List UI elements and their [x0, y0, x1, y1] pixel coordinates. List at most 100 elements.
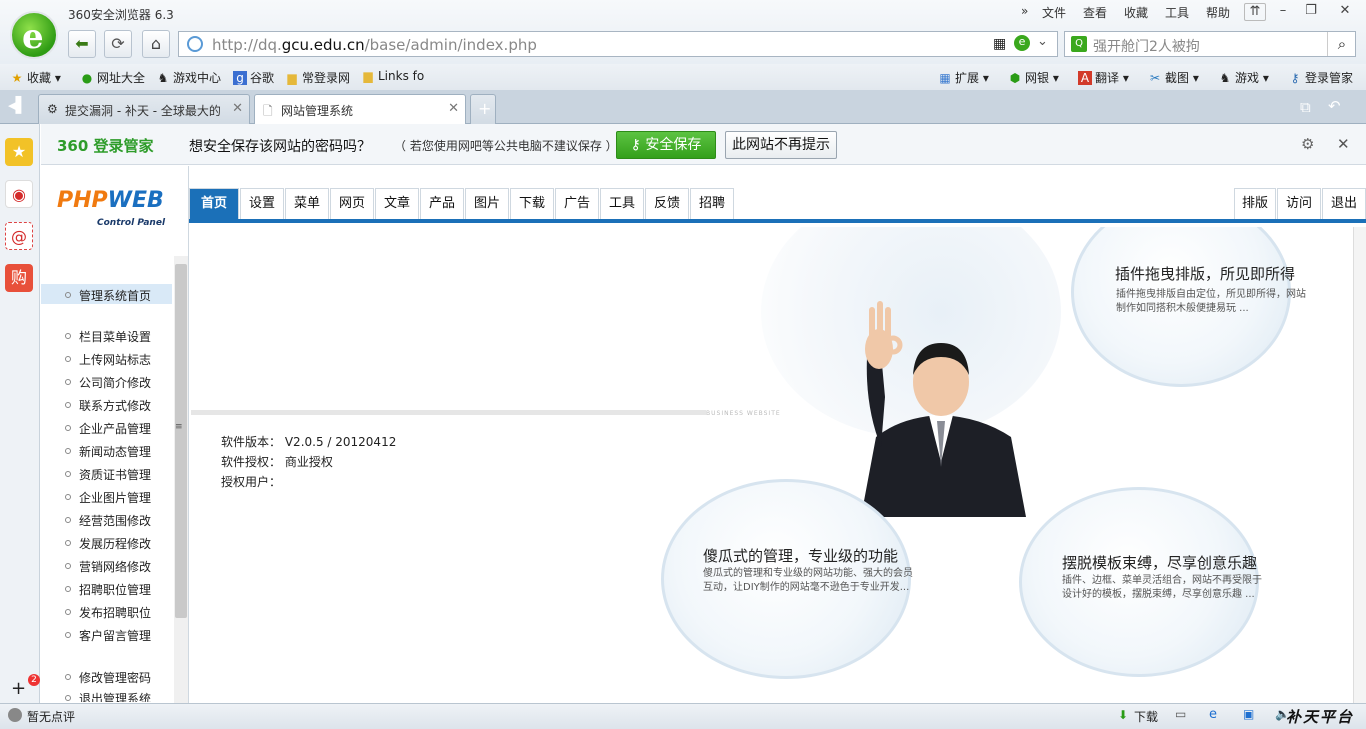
settings-gear-icon[interactable]: ⚙ [1301, 135, 1314, 153]
nav-articles[interactable]: 文章 [375, 188, 419, 219]
search-icon[interactable]: ⌕ [1327, 32, 1356, 56]
menu-item[interactable]: 客户留言管理 [65, 627, 151, 644]
nav-recruit[interactable]: 招聘 [690, 188, 734, 219]
undo-close-icon[interactable]: ↶ [1328, 97, 1341, 115]
folder-icon: ▆ [363, 69, 373, 83]
fav-google[interactable]: g 谷歌 [233, 69, 274, 86]
fav-folder-links[interactable]: ▆ Links fo [361, 69, 424, 83]
nav-tools[interactable]: 工具 [600, 188, 644, 219]
menu-tools[interactable]: 工具 [1165, 4, 1189, 21]
menu-help[interactable]: 帮助 [1206, 4, 1230, 21]
menu-admin-home[interactable]: 管理系统首页 [41, 284, 172, 304]
restore-button[interactable]: ❐ [1300, 3, 1322, 21]
download-icon[interactable]: ⬇ [1118, 708, 1128, 722]
close-tab-icon[interactable]: ✕ [232, 101, 243, 116]
sidebar-toggle-icon[interactable]: ◂▌ [8, 96, 27, 114]
nav-pages[interactable]: 网页 [330, 188, 374, 219]
favorites-star-icon[interactable]: ★ [5, 138, 33, 166]
shopping-icon[interactable]: 购 [5, 264, 33, 292]
nav-ads[interactable]: 广告 [555, 188, 599, 219]
menu-item[interactable]: 新闻动态管理 [65, 443, 151, 460]
fav-login-manager[interactable]: ⚷ 登录管家 [1288, 69, 1353, 86]
add-icon[interactable]: + [11, 678, 26, 699]
fav-translate[interactable]: A 翻译 ▾ [1078, 69, 1129, 86]
menu-favorites[interactable]: 收藏 [1124, 4, 1148, 21]
close-bar-icon[interactable]: ✕ [1337, 135, 1350, 153]
mail-icon[interactable]: @ [5, 222, 33, 250]
nav-settings[interactable]: 设置 [240, 188, 284, 219]
menu-item[interactable]: 资质证书管理 [65, 466, 151, 483]
tab-list-icon[interactable]: ⧉ [1300, 98, 1311, 116]
menu-item[interactable]: 企业图片管理 [65, 489, 151, 506]
tab-butian[interactable]: ⚙ 提交漏洞 - 补天 - 全球最大的 ✕ [38, 94, 250, 124]
search-engine-icon[interactable]: Q [1071, 36, 1087, 52]
nav-images[interactable]: 图片 [465, 188, 509, 219]
minimize-button[interactable]: – [1272, 3, 1294, 21]
nav-products[interactable]: 产品 [420, 188, 464, 219]
menu-change-password[interactable]: 修改管理密码 [65, 669, 151, 686]
fav-screenshot[interactable]: ✂ 截图 ▾ [1148, 69, 1199, 86]
qrcode-icon[interactable]: ▦ [993, 36, 1006, 52]
home-button[interactable]: ⌂ [142, 30, 170, 58]
tab-cms[interactable]: 🗋 网站管理系统 ✕ [254, 94, 466, 124]
search-input[interactable]: 强开舱门2人被拘 [1093, 36, 1200, 56]
back-button[interactable]: ⬅ [68, 30, 96, 58]
speed-mode-icon[interactable]: e [1014, 35, 1030, 51]
gamepad-icon: ♞ [157, 71, 169, 85]
menu-item[interactable]: 企业产品管理 [65, 420, 151, 437]
fav-extend[interactable]: ▦ 扩展 ▾ [938, 69, 989, 86]
secure-save-button[interactable]: ⚷ 安全保存 [616, 131, 716, 159]
menu-item[interactable]: 营销网络修改 [65, 558, 151, 575]
nav-logout[interactable]: 退出 [1322, 188, 1366, 219]
splitter-handle-icon[interactable]: ≡ [175, 422, 183, 432]
menu-item[interactable]: 经营范围修改 [65, 512, 151, 529]
fav-folder-login[interactable]: ▆ 常登录网 [285, 69, 350, 86]
menu-item[interactable]: 上传网站标志 [65, 351, 151, 368]
scissors-icon: ✂ [1149, 71, 1161, 85]
menu-item[interactable]: 发展历程修改 [65, 535, 151, 552]
translate-icon: A [1078, 71, 1092, 85]
skin-icon[interactable]: ⇈ [1244, 3, 1266, 21]
chat-icon[interactable]: ▭ [1175, 707, 1186, 721]
menu-view[interactable]: 查看 [1083, 4, 1107, 21]
nav-home[interactable]: 首页 [189, 188, 239, 219]
menu-scrollbar-thumb[interactable] [175, 264, 187, 618]
fav-ebank[interactable]: ⬢ 网银 ▾ [1008, 69, 1059, 86]
nav-feedback[interactable]: 反馈 [645, 188, 689, 219]
fav-game-center[interactable]: ♞ 游戏中心 [156, 69, 221, 86]
never-prompt-button[interactable]: 此网站不再提示 [725, 131, 837, 159]
divider [191, 410, 706, 415]
watermark: 补天平台 [1286, 708, 1355, 726]
save-password-question: 想安全保存该网站的密码吗？ [189, 139, 371, 155]
tab-label: 提交漏洞 - 补天 - 全球最大的 [65, 104, 221, 118]
menu-exit[interactable]: 退出管理系统 [65, 690, 151, 702]
menu-item[interactable]: 发布招聘职位 [65, 604, 151, 621]
refresh-button[interactable]: ⟳ [104, 30, 132, 58]
weibo-icon[interactable]: ◉ [5, 180, 33, 208]
search-box[interactable]: Q 强开舱门2人被拘 ⌕ [1064, 31, 1356, 57]
fav-web-portal[interactable]: ● 网址大全 [80, 69, 145, 86]
window-icon[interactable]: ▣ [1243, 707, 1254, 721]
menu-file[interactable]: 文件 [1042, 4, 1066, 21]
new-tab-button[interactable]: + [470, 94, 496, 124]
address-bar[interactable]: http://dq.gcu.edu.cn/base/admin/index.ph… [178, 31, 1058, 57]
menu-item[interactable]: 招聘职位管理 [65, 581, 151, 598]
close-window-button[interactable]: ✕ [1334, 3, 1356, 21]
password-save-bar: 360 登录管家 想安全保存该网站的密码吗？ （ 若您使用网吧等公共电脑不建议保… [41, 124, 1366, 165]
fav-collect[interactable]: ★ 收藏 ▾ [10, 69, 61, 86]
download-label[interactable]: 下载 [1134, 708, 1158, 725]
nav-menu[interactable]: 菜单 [285, 188, 329, 219]
menu-item[interactable]: 联系方式修改 [65, 397, 151, 414]
expand-icon[interactable]: » [1021, 4, 1028, 18]
nav-downloads[interactable]: 下载 [510, 188, 554, 219]
ie-icon[interactable]: e [1209, 707, 1217, 722]
close-tab-icon[interactable]: ✕ [448, 101, 459, 116]
menu-item[interactable]: 公司简介修改 [65, 374, 151, 391]
content-scrollbar[interactable] [1353, 227, 1366, 704]
nav-layout[interactable]: 排版 [1234, 188, 1276, 219]
menu-item[interactable]: 栏目菜单设置 [65, 328, 151, 345]
fav-games[interactable]: ♞ 游戏 ▾ [1218, 69, 1269, 86]
address-dropdown-icon[interactable]: ⌄ [1037, 34, 1048, 49]
url-text[interactable]: http://dq.gcu.edu.cn/base/admin/index.ph… [212, 36, 537, 54]
nav-visit[interactable]: 访问 [1277, 188, 1321, 219]
